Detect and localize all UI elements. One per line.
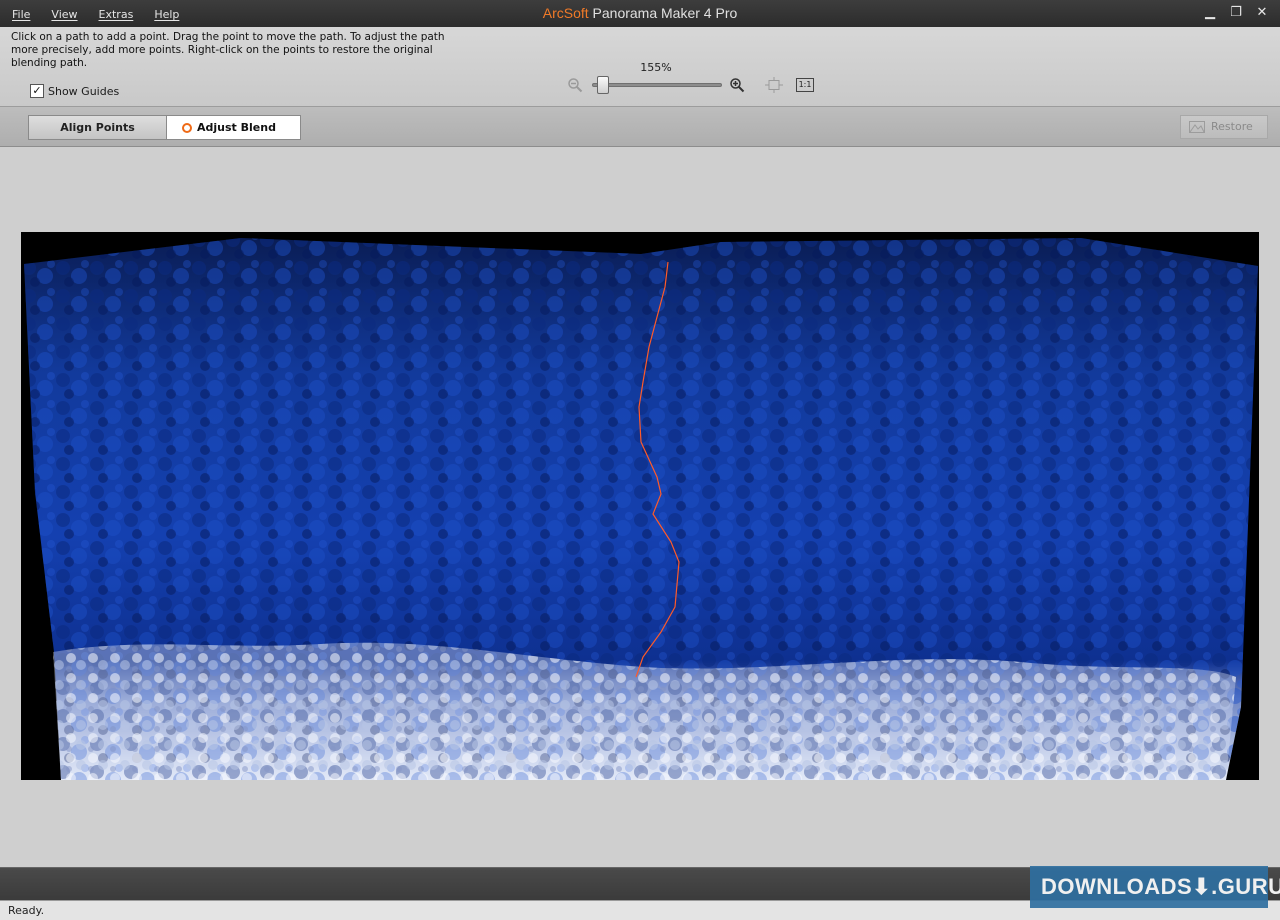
panorama-preview[interactable]	[21, 232, 1259, 780]
zoom-slider-track[interactable]	[592, 83, 722, 87]
toolbar: Click on a path to add a point. Drag the…	[0, 27, 1280, 107]
mode-bar: Align Points Adjust Blend Restore	[0, 107, 1280, 147]
watermark-text: DOWNLOADS⬇.GURU	[1041, 874, 1280, 899]
close-button[interactable]: ✕	[1254, 5, 1270, 21]
tab-adjust-blend-label: Adjust Blend	[197, 121, 276, 134]
restore-icon	[1189, 121, 1205, 133]
preview-canvas[interactable]	[0, 147, 1280, 867]
instruction-text: Click on a path to add a point. Drag the…	[11, 31, 445, 69]
zoom-slider-handle[interactable]	[597, 76, 609, 94]
restore-label: Restore	[1211, 120, 1253, 133]
restore-button[interactable]: Restore	[1180, 115, 1268, 139]
panorama-image[interactable]	[21, 232, 1259, 780]
show-guides-toggle[interactable]: ✓ Show Guides	[30, 84, 119, 98]
zoom-in-icon[interactable]	[729, 77, 745, 93]
maximize-button[interactable]: ❐	[1228, 5, 1244, 21]
active-mode-icon	[182, 123, 192, 133]
actual-size-icon[interactable]: 1:1	[796, 78, 814, 92]
window-title: ArcSoft Panorama Maker 4 Pro	[0, 5, 1280, 21]
fit-to-window-icon[interactable]	[765, 77, 783, 93]
title-bar: File View Extras Help ArcSoft Panorama M…	[0, 0, 1280, 27]
watermark-logo: DOWNLOADS⬇.GURU	[1030, 866, 1280, 908]
tab-adjust-blend[interactable]: Adjust Blend	[166, 115, 301, 140]
show-guides-label: Show Guides	[48, 84, 120, 98]
product-name: Panorama Maker 4 Pro	[592, 5, 738, 21]
window-controls: ▁ ❐ ✕	[1202, 5, 1270, 21]
zoom-level: 155%	[640, 61, 672, 74]
zoom-out-icon[interactable]	[567, 77, 583, 93]
show-guides-checkbox[interactable]: ✓	[30, 84, 44, 98]
minimize-button[interactable]: ▁	[1202, 5, 1218, 21]
status-text: Ready.	[8, 904, 45, 917]
tab-align-points[interactable]: Align Points	[28, 115, 167, 140]
brand-name: ArcSoft	[542, 5, 589, 21]
